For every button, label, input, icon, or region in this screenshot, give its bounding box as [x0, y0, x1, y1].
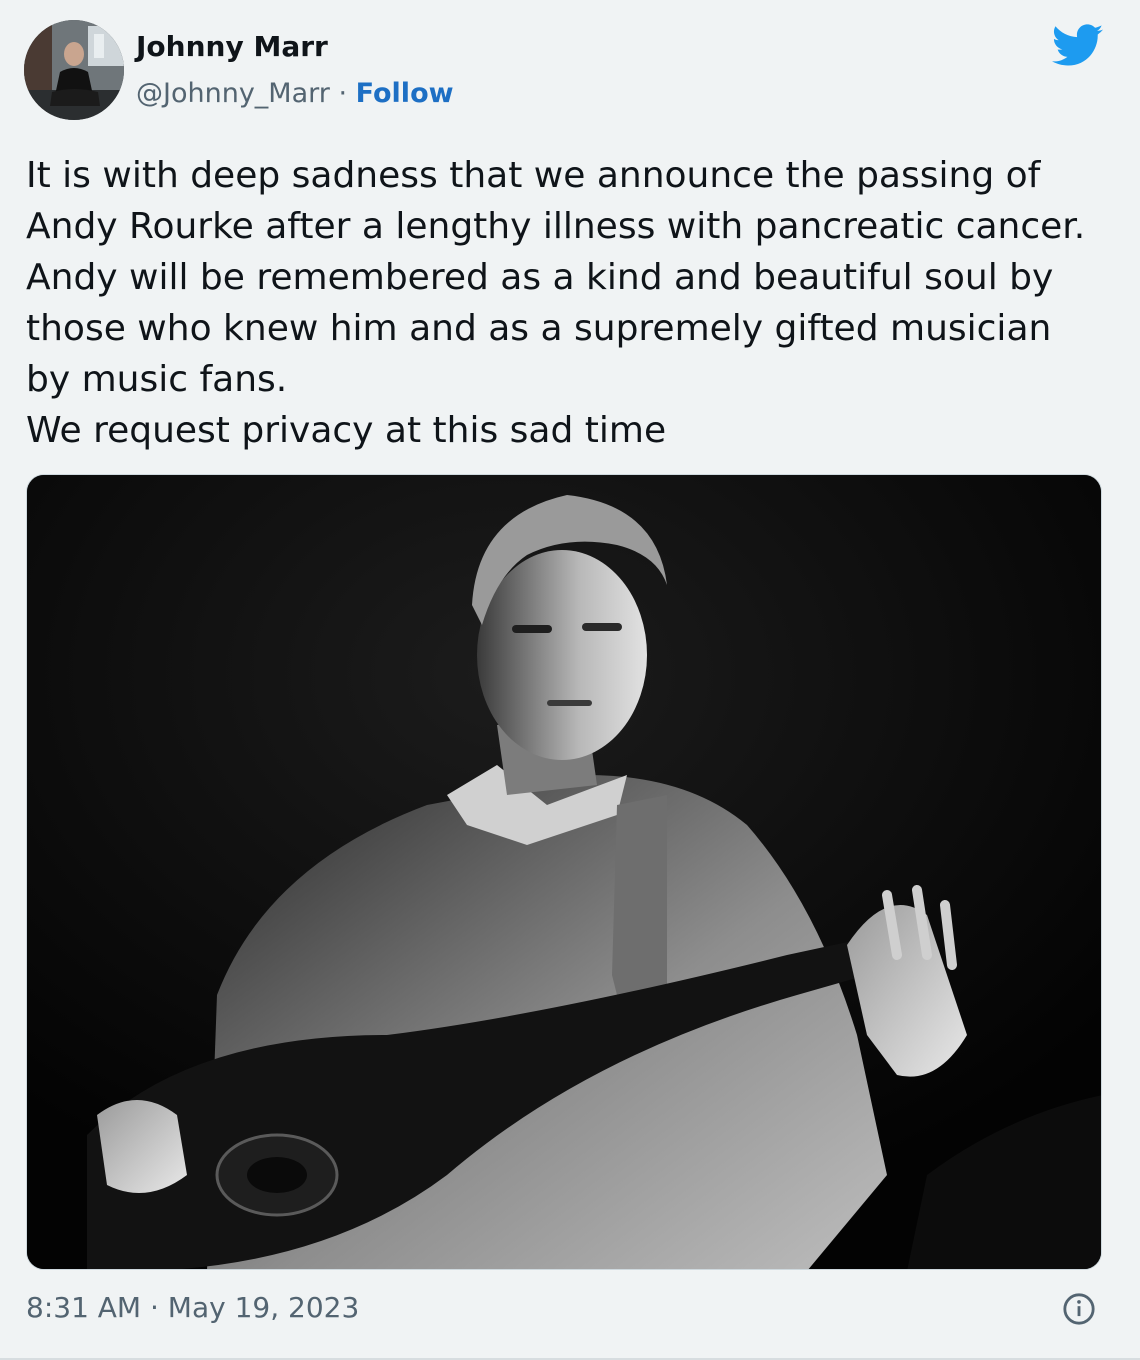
tweet-text-line: Andy Rourke after a lengthy illness with… [26, 206, 1086, 247]
tweet-text-line: those who knew him and as a supremely gi… [26, 308, 1052, 349]
tweet-photo[interactable] [26, 474, 1102, 1270]
tweet-text-line: We request privacy at this sad time [26, 410, 667, 451]
handle-separator: · [338, 78, 348, 109]
avatar[interactable] [24, 20, 124, 120]
follow-button[interactable]: Follow [356, 78, 454, 109]
twitter-bird-icon[interactable] [1052, 24, 1104, 68]
author-handle[interactable]: @Johnny_Marr [136, 78, 330, 109]
author-handle-row: @Johnny_Marr · Follow [136, 78, 454, 109]
author-display-name[interactable]: Johnny Marr [136, 30, 328, 63]
tweet-timestamp[interactable]: 8:31 AM · May 19, 2023 [26, 1291, 359, 1324]
tweet-text-line: It is with deep sadness that we announce… [26, 155, 1041, 196]
avatar-image [24, 20, 124, 120]
photo-image [27, 475, 1101, 1269]
tweet-text: It is with deep sadness that we announce… [26, 150, 1116, 456]
tweet-text-line: by music fans. [26, 359, 288, 400]
info-icon[interactable] [1062, 1292, 1096, 1326]
tweet-card: Johnny Marr @Johnny_Marr · Follow It is … [0, 0, 1140, 1360]
tweet-text-line: Andy will be remembered as a kind and be… [26, 257, 1054, 298]
